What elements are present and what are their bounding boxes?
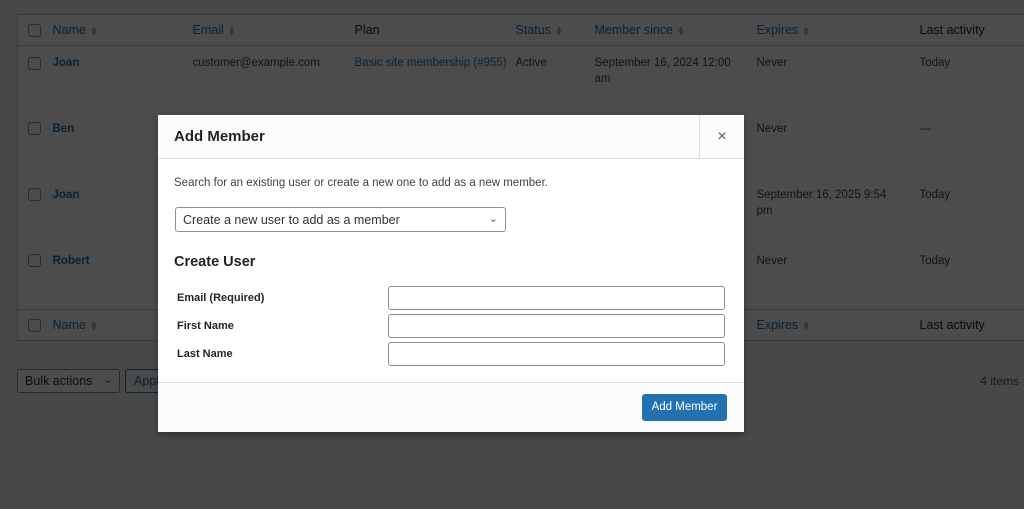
email-row: Email (Required) [158,286,744,310]
close-button[interactable]: × [699,115,744,159]
first-name-field[interactable] [388,314,725,338]
user-select-value: Create a new user to add as a member [183,213,400,227]
modal-title: Add Member [174,128,265,145]
create-user-heading: Create User [174,254,256,270]
last-name-field[interactable] [388,342,725,366]
first-name-row: First Name [158,314,744,338]
modal-header: Add Member × [158,115,744,159]
email-label: Email (Required) [177,292,265,304]
last-name-label: Last Name [177,348,233,360]
modal-description: Search for an existing user or create a … [174,177,548,189]
close-icon: × [717,128,727,145]
chevron-down-icon: ⌄ [488,213,498,225]
add-member-modal: Add Member × Search for an existing user… [158,115,744,432]
first-name-label: First Name [177,320,234,332]
last-name-row: Last Name [158,342,744,366]
email-field[interactable] [388,286,725,310]
add-member-button[interactable]: Add Member [642,394,727,421]
user-select[interactable]: Create a new user to add as a member ⌄ [175,207,506,232]
modal-footer: Add Member [158,382,744,432]
